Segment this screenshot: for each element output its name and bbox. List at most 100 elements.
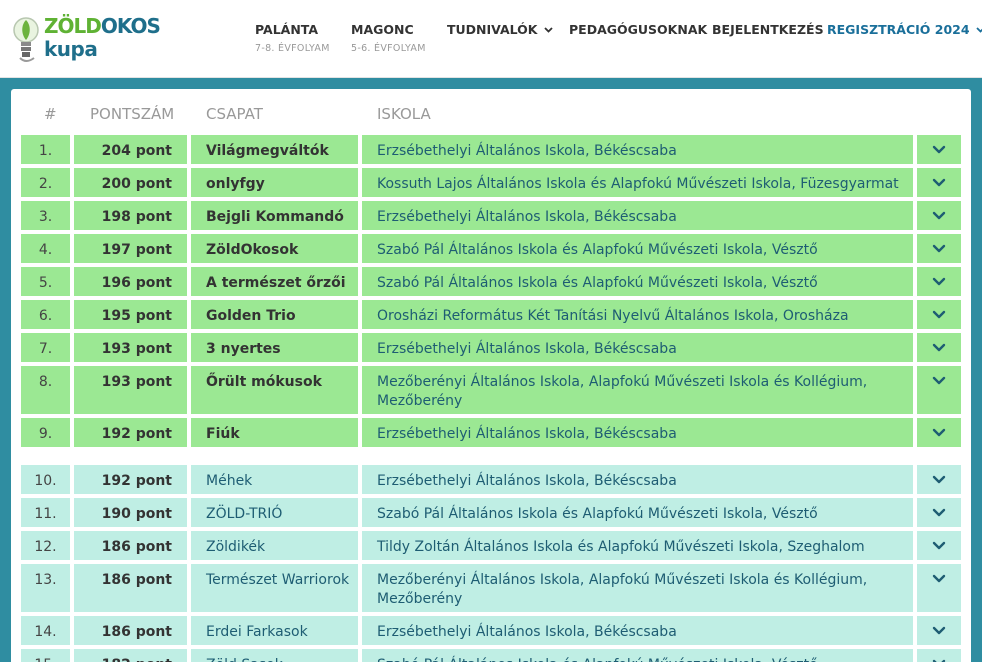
row-points: 192 pont [74, 465, 187, 494]
row-school: Mezőberényi Általános Iskola, Alapfokú M… [362, 564, 913, 612]
row-rank: 5. [21, 267, 70, 296]
table-row[interactable]: 2. 200 pont onlyfgy Kossuth Lajos Általános… [21, 168, 961, 197]
logo-text-zold: ZÖLD [44, 14, 102, 38]
row-school: Szabó Pál Általános Iskola és Alapfokú M… [362, 267, 913, 296]
row-school: Erzsébethelyi Általános Iskola, Békéscsa… [362, 616, 913, 645]
row-points: 195 pont [74, 300, 187, 329]
chevron-down-icon [932, 211, 946, 220]
row-school: Erzsébethelyi Általános Iskola, Békéscsa… [362, 135, 913, 164]
row-team: Bejgli Kommandó [191, 201, 358, 230]
site-header: ZÖLDOKOS kupa PALÁNTA 7-8. ÉVFOLYAM MAGO… [0, 0, 982, 78]
expand-row-button[interactable] [917, 498, 961, 527]
expand-row-button[interactable] [917, 300, 961, 329]
table-row[interactable]: 12. 186 pont Zöldikék Tildy Zoltán Általáno… [21, 531, 961, 560]
row-rank: 10. [21, 465, 70, 494]
header-rank: # [44, 105, 57, 123]
nav-item-magonc-sub: 5-6. ÉVFOLYAM [351, 43, 426, 54]
row-points: 190 pont [74, 498, 187, 527]
chevron-down-icon [543, 25, 553, 36]
table-row[interactable]: 4. 197 pont ZöldOkosok Szabó Pál Általános … [21, 234, 961, 263]
table-row[interactable]: 13. 186 pont Természet Warriorok Mezőberény… [21, 564, 961, 612]
table-row[interactable]: 7. 193 pont 3 nyertes Erzsébethelyi Általán… [21, 333, 961, 362]
row-team: Világmegváltók [191, 135, 358, 164]
expand-row-button[interactable] [917, 649, 961, 662]
row-team: 3 nyertes [191, 333, 358, 362]
row-team: Természet Warriorok [191, 564, 358, 612]
table-row[interactable]: 3. 198 pont Bejgli Kommandó Erzsébethelyi Á… [21, 201, 961, 230]
expand-row-button[interactable] [917, 418, 961, 447]
expand-row-button[interactable] [917, 234, 961, 263]
row-school: Kossuth Lajos Általános Iskola és Alapfo… [362, 168, 913, 197]
header-school: ISKOLA [377, 105, 431, 123]
chevron-down-icon [932, 178, 946, 187]
row-team: A természet őrzői [191, 267, 358, 296]
table-row[interactable]: 8. 193 pont Őrült mókusok Mezőberényi Által… [21, 366, 961, 414]
expand-row-button[interactable] [917, 267, 961, 296]
expand-row-button[interactable] [917, 135, 961, 164]
nav-item-bejelentkezes[interactable]: BEJELENTKEZÉS [712, 22, 824, 37]
expand-row-button[interactable] [917, 564, 961, 612]
row-team: ZÖLD-TRIÓ [191, 498, 358, 527]
nav-item-regisztracio[interactable]: REGISZTRÁCIÓ 2024 [827, 22, 982, 37]
row-rank: 9. [21, 418, 70, 447]
chevron-down-icon [932, 574, 946, 583]
row-rank: 11. [21, 498, 70, 527]
chevron-down-icon [975, 25, 982, 36]
row-school: Orosházi Református Két Tanítási Nyelvű … [362, 300, 913, 329]
row-school: Mezőberényi Általános Iskola, Alapfokú M… [362, 366, 913, 414]
table-row[interactable]: 11. 190 pont ZÖLD-TRIÓ Szabó Pál Általános … [21, 498, 961, 527]
row-school: Szabó Pál Általános Iskola és Alapfokú M… [362, 234, 913, 263]
table-row[interactable]: 10. 192 pont Méhek Erzsébethelyi Általános … [21, 465, 961, 494]
chevron-down-icon [932, 626, 946, 635]
row-team: Zöld Sasok [191, 649, 358, 662]
table-row[interactable]: 1. 204 pont Világmegváltók Erzsébethelyi Ál… [21, 135, 961, 164]
expand-row-button[interactable] [917, 168, 961, 197]
nav-item-magonc[interactable]: MAGONC 5-6. ÉVFOLYAM [351, 22, 426, 54]
expand-row-button[interactable] [917, 201, 961, 230]
nav-item-tudnivalok[interactable]: TUDNIVALÓK [447, 22, 553, 37]
row-rank: 12. [21, 531, 70, 560]
chevron-down-icon [932, 145, 946, 154]
row-rank: 7. [21, 333, 70, 362]
expand-row-button[interactable] [917, 465, 961, 494]
row-school: Szabó Pál Általános Iskola és Alapfokú M… [362, 649, 913, 662]
expand-row-button[interactable] [917, 366, 961, 414]
row-points: 193 pont [74, 366, 187, 414]
chevron-down-icon [932, 541, 946, 550]
expand-row-button[interactable] [917, 531, 961, 560]
chevron-down-icon [932, 428, 946, 437]
row-team: Golden Trio [191, 300, 358, 329]
row-team: Zöldikék [191, 531, 358, 560]
row-points: 198 pont [74, 201, 187, 230]
site-logo[interactable]: ZÖLDOKOS kupa [10, 8, 161, 70]
row-rank: 13. [21, 564, 70, 612]
row-team: ZöldOkosok [191, 234, 358, 263]
table-row[interactable]: 5. 196 pont A természet őrzői Szabó Pál Ált… [21, 267, 961, 296]
chevron-down-icon [932, 244, 946, 253]
header-team: CSAPAT [206, 105, 263, 123]
chevron-down-icon [932, 376, 946, 385]
table-header: # PONTSZÁM CSAPAT ISKOLA [0, 105, 982, 125]
nav-item-pedagogusoknak[interactable]: PEDAGÓGUSOKNAK [569, 22, 707, 37]
expand-row-button[interactable] [917, 333, 961, 362]
table-row[interactable]: 9. 192 pont Fiúk Erzsébethelyi Általános Is… [21, 418, 961, 447]
row-school: Tildy Zoltán Általános Iskola és Alapfok… [362, 531, 913, 560]
nav-item-palanta[interactable]: PALÁNTA 7-8. ÉVFOLYAM [255, 22, 330, 54]
table-row[interactable]: 6. 195 pont Golden Trio Orosházi Református… [21, 300, 961, 329]
row-team: Erdei Farkasok [191, 616, 358, 645]
row-school: Erzsébethelyi Általános Iskola, Békéscsa… [362, 465, 913, 494]
logo-text-okos: OKOS [100, 14, 161, 38]
row-team: Fiúk [191, 418, 358, 447]
row-school: Erzsébethelyi Általános Iskola, Békéscsa… [362, 201, 913, 230]
row-points: 200 pont [74, 168, 187, 197]
table-row[interactable]: 15. 182 pont Zöld Sasok Szabó Pál Általános… [21, 649, 961, 662]
row-points: 204 pont [74, 135, 187, 164]
expand-row-button[interactable] [917, 616, 961, 645]
chevron-down-icon [932, 343, 946, 352]
row-team: onlyfgy [191, 168, 358, 197]
row-rank: 6. [21, 300, 70, 329]
row-school: Szabó Pál Általános Iskola és Alapfokú M… [362, 498, 913, 527]
table-row[interactable]: 14. 186 pont Erdei Farkasok Erzsébethelyi Á… [21, 616, 961, 645]
row-points: 197 pont [74, 234, 187, 263]
row-points: 196 pont [74, 267, 187, 296]
